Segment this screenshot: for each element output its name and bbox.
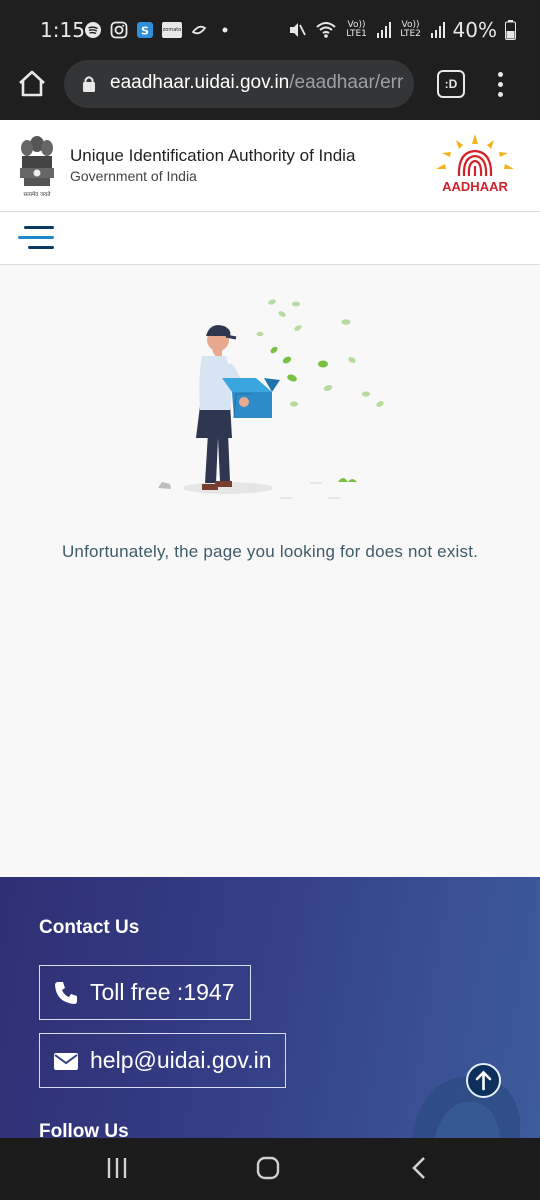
spotify-icon — [85, 22, 101, 38]
browser-toolbar: eaadhaar.uidai.gov.in/eaadhaar/err :D — [0, 60, 540, 120]
system-status: Vo)) LTE1 Vo)) LTE2 40% — [287, 18, 516, 42]
arrow-up-icon — [475, 1070, 492, 1091]
status-bar: 1:15 S zomato Vo)) LTE1 Vo)) LTE2 40% — [0, 0, 540, 60]
toll-free-label: Toll free :1947 — [90, 979, 235, 1005]
address-bar[interactable]: eaadhaar.uidai.gov.in/eaadhaar/err — [64, 60, 414, 108]
url-domain: eaadhaar.uidai.gov.in — [110, 72, 290, 93]
instagram-icon — [110, 21, 128, 39]
app-s-icon: S — [137, 22, 153, 38]
aadhaar-logo[interactable]: AADHAAR — [428, 132, 522, 198]
nav-bar — [0, 212, 540, 265]
phone-icon — [55, 981, 77, 1004]
app-g-icon — [191, 25, 207, 35]
back-icon[interactable] — [410, 1156, 428, 1180]
follow-us-heading: Follow Us — [39, 1121, 129, 1138]
system-navigation-bar — [0, 1138, 540, 1200]
signal1-icon — [376, 22, 391, 38]
sim1-label: Vo)) LTE1 — [346, 20, 367, 39]
site-header: सत्यमेव जयते Unique Identification Autho… — [0, 120, 540, 212]
site-footer: Contact Us Toll free :1947 help@uidai.go… — [0, 877, 540, 1138]
email-icon — [54, 1052, 78, 1070]
email-label: help@uidai.gov.in — [90, 1047, 272, 1073]
lock-icon[interactable] — [82, 75, 96, 93]
hamburger-menu-icon[interactable] — [18, 226, 54, 250]
notification-icons: S zomato — [84, 21, 234, 39]
tab-switcher-button[interactable]: :D — [437, 70, 465, 98]
zomato-icon: zomato — [162, 22, 182, 38]
overflow-menu-icon[interactable] — [496, 72, 504, 100]
org-subtitle: Government of India — [70, 168, 197, 184]
mute-icon — [289, 23, 306, 37]
email-button[interactable]: help@uidai.gov.in — [39, 1033, 286, 1088]
sim2-label: Vo)) LTE2 — [400, 20, 421, 39]
battery-percent: 40% — [452, 18, 497, 42]
footer-background-graphic — [412, 1076, 520, 1138]
web-page: सत्यमेव जयते Unique Identification Autho… — [0, 120, 540, 1138]
emblem-caption: सत्यमेव जयते — [23, 191, 51, 198]
empty-box-illustration — [158, 299, 384, 499]
url-text[interactable]: eaadhaar.uidai.gov.in/eaadhaar/err — [110, 72, 406, 94]
contact-us-heading: Contact Us — [39, 917, 140, 938]
dot-icon — [222, 27, 228, 33]
wifi-icon — [315, 22, 336, 38]
url-path: /eaadhaar/err — [289, 72, 404, 93]
status-time: 1:15 — [40, 18, 85, 42]
national-emblem-icon[interactable]: सत्यमेव जयते — [16, 132, 58, 200]
recent-apps-icon[interactable] — [106, 1156, 128, 1180]
error-message: Unfortunately, the page you looking for … — [61, 542, 479, 561]
battery-icon — [505, 20, 516, 40]
home-nav-icon[interactable] — [256, 1156, 280, 1180]
org-name: Unique Identification Authority of India — [70, 146, 356, 165]
home-icon[interactable] — [16, 68, 48, 100]
svg-text:S: S — [141, 25, 149, 38]
logo-text: AADHAAR — [442, 179, 508, 194]
toll-free-button[interactable]: Toll free :1947 — [39, 965, 251, 1020]
signal2-icon — [430, 22, 445, 38]
scroll-to-top-button[interactable] — [466, 1063, 501, 1098]
